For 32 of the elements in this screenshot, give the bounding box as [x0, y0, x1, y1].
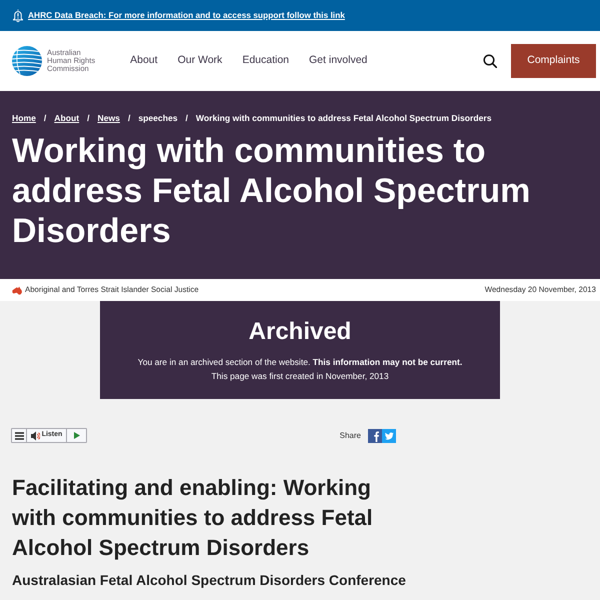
- share-label: Share: [340, 430, 361, 442]
- nav-link[interactable]: Education: [242, 53, 290, 69]
- breadcrumb-separator: /: [44, 113, 46, 123]
- breadcrumb-text: speeches: [138, 113, 178, 123]
- bell-icon: [12, 8, 24, 23]
- breadcrumb-link[interactable]: About: [54, 113, 80, 123]
- map-icon: [12, 286, 22, 294]
- facebook-icon[interactable]: [368, 428, 382, 442]
- breadcrumb-text: Working with communities to address Fetal Alcohol Spectrum Disorders: [196, 113, 492, 123]
- globe-logo-icon[interactable]: [12, 46, 42, 76]
- speaker-icon: [30, 430, 40, 440]
- archived-title: Archived: [248, 318, 352, 346]
- breadcrumb-separator: /: [186, 113, 188, 123]
- archived-message: You are in an archived section of the website. This information may not be current.: [136, 356, 464, 369]
- breadcrumb-link[interactable]: News: [98, 113, 120, 123]
- alert-link[interactable]: AHRC Data Breach: For more information and to access support follow this link: [28, 9, 345, 22]
- search-icon[interactable]: [483, 54, 497, 68]
- created-text: This page was first created in November, 2013: [210, 370, 390, 383]
- article-title: Facilitating and enabling: Working with communities to address Fetal Alcohol Spectrum Disorders: [12, 474, 374, 562]
- twitter-icon[interactable]: [382, 428, 396, 442]
- breadcrumb-separator: /: [87, 113, 90, 123]
- menu-button[interactable]: [12, 429, 27, 442]
- nav-link[interactable]: Get involved: [309, 53, 368, 69]
- breadcrumb-link[interactable]: Home: [12, 113, 36, 123]
- article-subtitle: Australasian Fetal Alcohol Spectrum Disorders Conference: [12, 571, 407, 589]
- complaints-button[interactable]: Complaints: [511, 44, 596, 78]
- menu-icon: [14, 432, 24, 440]
- nav-link[interactable]: About: [130, 53, 158, 69]
- nav-link[interactable]: Our Work: [178, 53, 222, 69]
- play-icon: [74, 432, 80, 439]
- page-title: Working with communities to address Fetal Alcohol Spectrum Disorders: [12, 131, 532, 251]
- breadcrumb-separator: /: [128, 113, 130, 123]
